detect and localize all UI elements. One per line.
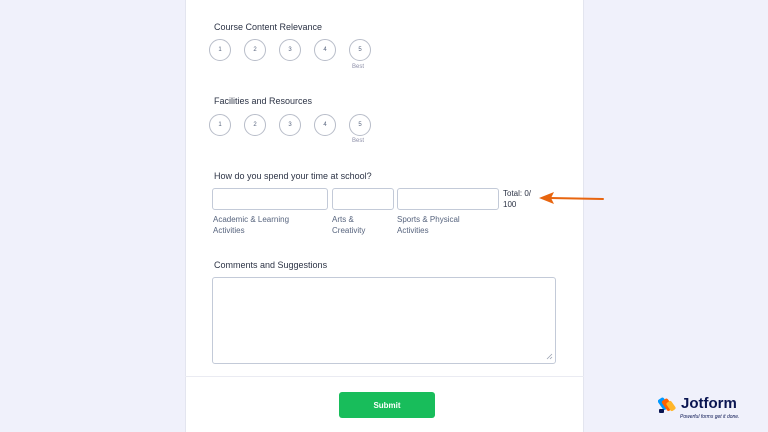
rating-option-3[interactable]: 3 [279, 39, 301, 61]
rating-option-4[interactable]: 4 [314, 114, 336, 136]
rating-option-1[interactable]: 1 [209, 39, 231, 61]
jotform-logo-icon [658, 397, 676, 413]
academic-learning-sublabel: Academic & Learning Activities [213, 215, 290, 235]
rating-option-2[interactable]: 2 [244, 39, 266, 61]
academic-learning-input[interactable] [212, 188, 328, 210]
rating-scale-course-content: 1 2 3 4 5 [209, 39, 371, 61]
question-label-course-content: Course Content Relevance [214, 22, 323, 32]
pointer-arrow-icon [539, 192, 604, 204]
rating-scale-facilities: 1 2 3 4 5 [209, 114, 371, 136]
rating-option-5[interactable]: 5 [349, 39, 371, 61]
rating-best-caption: Best [352, 138, 365, 144]
sports-physical-input[interactable] [397, 188, 499, 210]
resize-grip-icon[interactable] [546, 353, 553, 360]
arts-creativity-sublabel: Arts & Creativity [332, 215, 366, 235]
rating-best-caption: Best [352, 64, 365, 70]
footer-divider [185, 376, 584, 377]
arts-creativity-input[interactable] [332, 188, 394, 210]
rating-option-1[interactable]: 1 [209, 114, 231, 136]
jotform-logo: Jotform [658, 396, 737, 414]
jotform-tagline: Powerful forms get it done. [680, 414, 740, 420]
question-label-facilities: Facilities and Resources [214, 96, 313, 106]
jotform-wordmark: Jotform [681, 395, 737, 412]
rating-option-3[interactable]: 3 [279, 114, 301, 136]
rating-option-2[interactable]: 2 [244, 114, 266, 136]
rating-option-4[interactable]: 4 [314, 39, 336, 61]
rating-option-5[interactable]: 5 [349, 114, 371, 136]
submit-button[interactable]: Submit [339, 392, 435, 418]
sports-physical-sublabel: Sports & Physical Activities [397, 215, 460, 235]
comments-textarea[interactable] [212, 277, 556, 364]
question-label-comments: Comments and Suggestions [214, 260, 328, 270]
question-label-time-spend: How do you spend your time at school? [214, 171, 372, 181]
